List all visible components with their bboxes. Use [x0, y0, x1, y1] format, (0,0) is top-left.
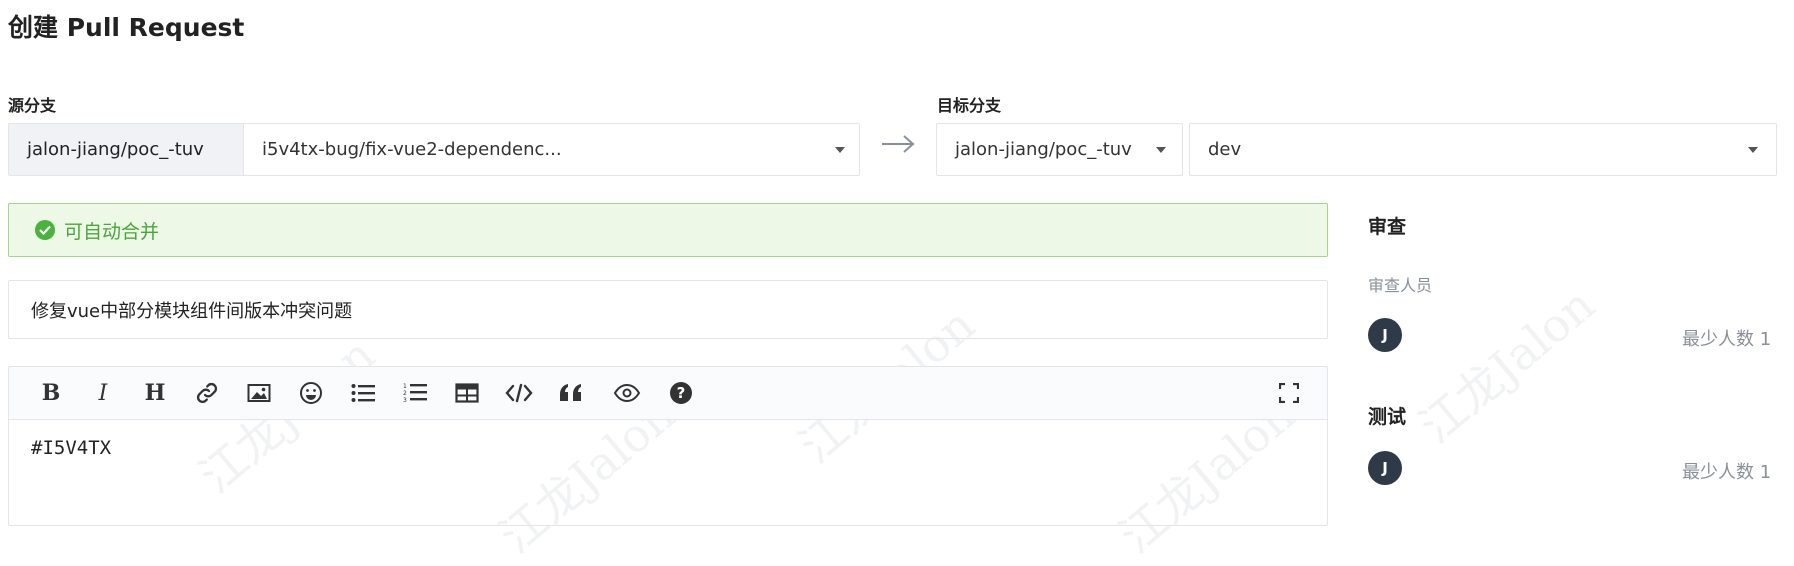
target-branch-select[interactable]: dev [1189, 123, 1777, 176]
link-icon[interactable] [193, 379, 221, 407]
reviewers-label: 审查人员 [1368, 276, 1433, 295]
bold-icon[interactable]: B [37, 379, 65, 407]
code-icon[interactable] [505, 379, 533, 407]
preview-icon[interactable] [613, 379, 641, 407]
test-section-title: 测试 [1368, 406, 1407, 428]
watermark: 江龙Jalon [1409, 277, 1605, 454]
review-section-title: 审查 [1368, 216, 1407, 238]
source-branch-label: 源分支 [8, 96, 57, 115]
merge-status-text: 可自动合并 [64, 220, 160, 243]
merge-status-banner: 可自动合并 [8, 203, 1328, 257]
page-title: 创建 Pull Request [8, 13, 245, 42]
target-repo-value: jalon-jiang/poc_-tuv [955, 139, 1132, 160]
tester-min-count: 最少人数 1 [1682, 462, 1772, 483]
reviewer-min-count: 最少人数 1 [1682, 329, 1772, 350]
chevron-down-icon [835, 146, 845, 153]
italic-icon[interactable]: I [89, 379, 117, 407]
svg-text:2: 2 [403, 390, 407, 397]
help-icon[interactable]: ? [667, 379, 695, 407]
svg-text:3: 3 [403, 397, 407, 404]
quote-icon[interactable] [557, 379, 585, 407]
image-icon[interactable] [245, 379, 273, 407]
arrow-right-icon [882, 135, 915, 153]
source-repo-display: jalon-jiang/poc_-tuv [8, 123, 244, 176]
target-branch-label: 目标分支 [937, 96, 1002, 115]
check-circle-icon [35, 220, 55, 240]
source-branch-value: i5v4tx-bug/fix-vue2-dependenc... [262, 139, 562, 160]
svg-text:1: 1 [403, 383, 407, 390]
avatar[interactable]: J [1368, 451, 1402, 485]
bullet-list-icon[interactable] [349, 379, 377, 407]
source-repo-text: jalon-jiang/poc_-tuv [27, 139, 204, 160]
editor-content[interactable]: #I5V4TX [31, 437, 111, 459]
source-branch-select[interactable]: i5v4tx-bug/fix-vue2-dependenc... [243, 123, 860, 176]
target-branch-value: dev [1208, 139, 1242, 160]
chevron-down-icon [1156, 146, 1166, 153]
chevron-down-icon [1748, 146, 1758, 153]
target-repo-select[interactable]: jalon-jiang/poc_-tuv [936, 123, 1183, 176]
table-icon[interactable] [453, 379, 481, 407]
description-editor[interactable]: B I H 123 ? #I5V4TX [8, 366, 1328, 526]
editor-toolbar: B I H 123 ? [9, 367, 1327, 420]
emoji-icon[interactable] [297, 379, 325, 407]
numbered-list-icon[interactable]: 123 [401, 379, 429, 407]
heading-icon[interactable]: H [141, 379, 169, 407]
fullscreen-icon[interactable] [1275, 379, 1303, 407]
svg-text:?: ? [677, 384, 686, 402]
pr-title-input[interactable]: 修复vue中部分模块组件间版本冲突问题 [8, 280, 1328, 339]
avatar[interactable]: J [1368, 318, 1402, 352]
